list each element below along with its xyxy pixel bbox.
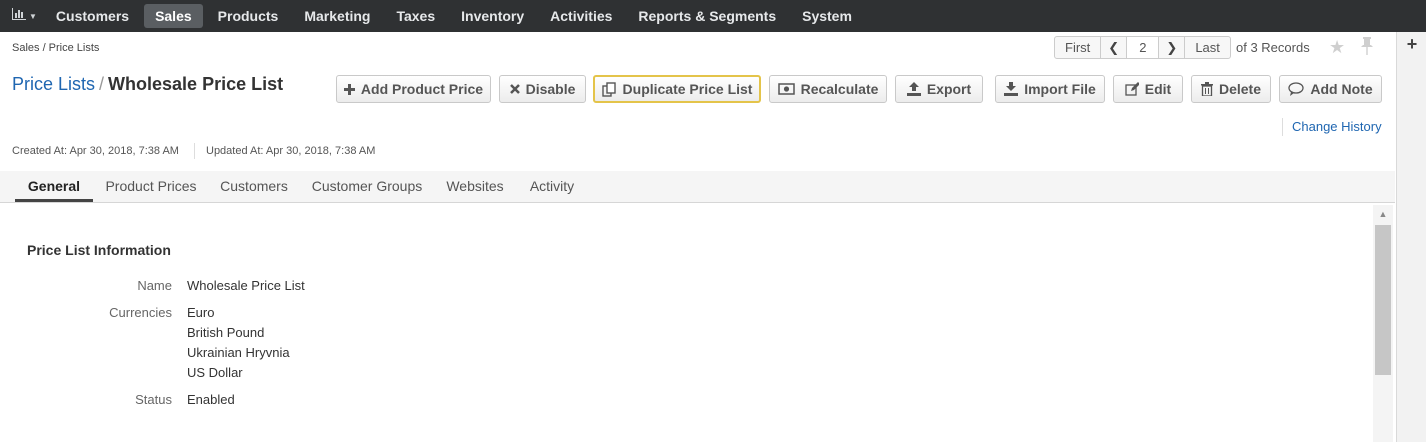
pager-first-button[interactable]: First <box>1054 36 1102 59</box>
updated-at: Updated At: Apr 30, 2018, 7:38 AM <box>206 145 376 157</box>
pager-last-button[interactable]: Last <box>1184 36 1231 59</box>
currencies-label: Currencies <box>109 305 172 320</box>
scroll-thumb[interactable] <box>1375 225 1391 375</box>
dashboard-menu-button[interactable]: ▼ <box>0 0 45 32</box>
breadcrumb: Sales / Price Lists <box>12 42 100 54</box>
title-separator: / <box>99 74 105 94</box>
section-title: Price List Information <box>27 242 171 258</box>
chevron-down-icon: ▼ <box>29 11 37 21</box>
star-icon[interactable]: ★ <box>1329 37 1345 58</box>
add-product-price-button[interactable]: Add Product Price <box>336 75 491 103</box>
content-scrollbar[interactable]: ▲ <box>1373 205 1393 442</box>
tab-websites[interactable]: Websites <box>440 171 510 202</box>
record-pager: First ❮ 2 ❯ Last <box>1054 36 1231 59</box>
copy-icon <box>601 81 617 97</box>
created-at: Created At: Apr 30, 2018, 7:38 AM <box>12 145 179 157</box>
import-file-button[interactable]: Import File <box>995 75 1105 103</box>
nav-products[interactable]: Products <box>207 4 290 28</box>
status-label: Status <box>135 392 172 407</box>
trash-icon <box>1200 82 1213 96</box>
upload-icon <box>906 82 921 96</box>
nav-system[interactable]: System <box>791 4 863 28</box>
pager-prev-button[interactable]: ❮ <box>1100 36 1128 59</box>
right-sidebar: + <box>1396 32 1426 442</box>
divider <box>194 143 195 159</box>
recalculate-button[interactable]: Recalculate <box>769 75 887 103</box>
edit-button[interactable]: Edit <box>1113 75 1183 103</box>
record-title: Wholesale Price List <box>108 74 284 94</box>
tab-general[interactable]: General <box>15 171 93 202</box>
chevron-right-icon: ❯ <box>1166 40 1178 55</box>
currency-item: US Dollar <box>187 365 243 380</box>
bar-chart-icon <box>12 7 26 25</box>
currency-item: Euro <box>187 305 215 320</box>
nav-taxes[interactable]: Taxes <box>385 4 446 28</box>
edit-label: Edit <box>1144 81 1172 97</box>
divider <box>1282 118 1283 136</box>
delete-label: Delete <box>1218 81 1262 97</box>
page-title: Price Lists / Wholesale Price List <box>12 74 283 95</box>
duplicate-label: Duplicate Price List <box>622 81 753 97</box>
add-note-label: Add Note <box>1310 81 1373 97</box>
tab-activity[interactable]: Activity <box>524 171 580 202</box>
plus-icon <box>343 83 355 95</box>
plus-icon[interactable]: + <box>1397 34 1426 55</box>
pager-current-page: 2 <box>1126 36 1160 59</box>
main-navbar: ▼ Customers Sales Products Marketing Tax… <box>0 0 1426 32</box>
nav-reports-segments[interactable]: Reports & Segments <box>627 4 787 28</box>
scroll-up-arrow-icon[interactable]: ▲ <box>1373 209 1393 219</box>
disable-label: Disable <box>525 81 576 97</box>
name-value: Wholesale Price List <box>187 278 305 293</box>
pencil-icon <box>1125 82 1139 96</box>
change-history-link[interactable]: Change History <box>1292 119 1382 134</box>
pin-icon[interactable] <box>1360 37 1374 60</box>
tab-bar: General Product Prices Customers Custome… <box>0 171 1395 203</box>
status-value: Enabled <box>187 392 235 407</box>
currency-item: Ukrainian Hryvnia <box>187 345 290 360</box>
tab-customer-groups[interactable]: Customer Groups <box>308 171 426 202</box>
currency-item: British Pound <box>187 325 265 340</box>
records-count: of 3 Records <box>1236 40 1310 55</box>
add-product-price-label: Add Product Price <box>360 81 484 97</box>
import-file-label: Import File <box>1024 81 1096 97</box>
pager-next-button[interactable]: ❯ <box>1158 36 1186 59</box>
nav-marketing[interactable]: Marketing <box>293 4 381 28</box>
close-icon <box>509 84 520 94</box>
export-label: Export <box>926 81 972 97</box>
download-icon <box>1004 82 1019 96</box>
duplicate-price-list-button[interactable]: Duplicate Price List <box>593 75 761 103</box>
recalculate-label: Recalculate <box>800 81 879 97</box>
chevron-left-icon: ❮ <box>1108 40 1120 55</box>
add-note-button[interactable]: Add Note <box>1279 75 1382 103</box>
money-icon <box>777 83 795 95</box>
delete-button[interactable]: Delete <box>1191 75 1271 103</box>
breadcrumb-link-price-lists[interactable]: Price Lists <box>12 74 95 94</box>
nav-activities[interactable]: Activities <box>539 4 623 28</box>
export-button[interactable]: Export <box>895 75 983 103</box>
tab-product-prices[interactable]: Product Prices <box>100 171 202 202</box>
nav-sales[interactable]: Sales <box>144 4 203 28</box>
name-label: Name <box>137 278 172 293</box>
tab-customers[interactable]: Customers <box>215 171 293 202</box>
nav-customers[interactable]: Customers <box>45 4 140 28</box>
comment-icon <box>1288 82 1305 96</box>
nav-inventory[interactable]: Inventory <box>450 4 535 28</box>
disable-button[interactable]: Disable <box>499 75 586 103</box>
